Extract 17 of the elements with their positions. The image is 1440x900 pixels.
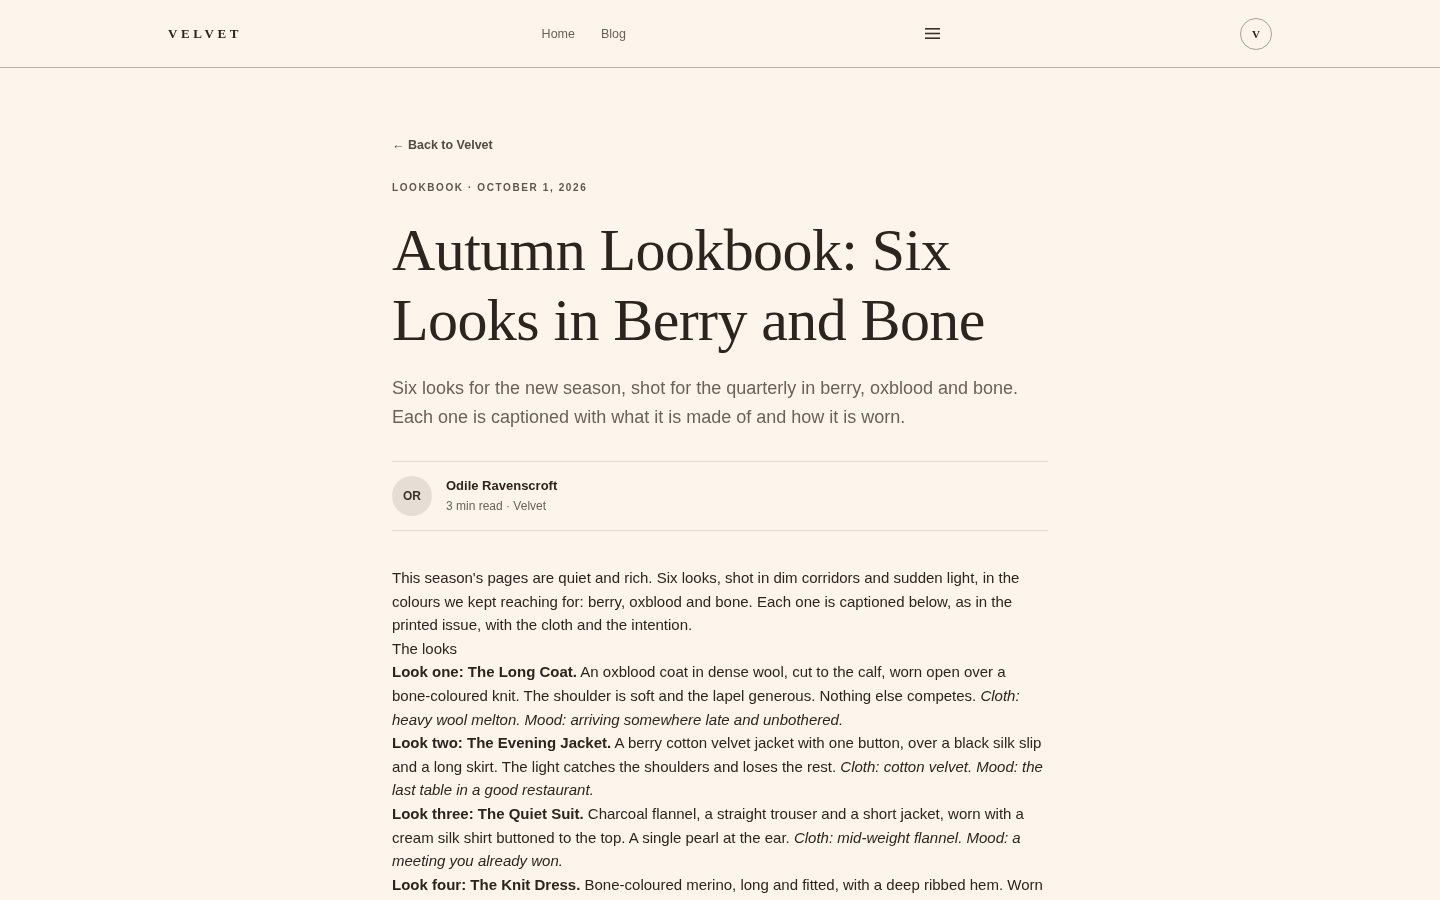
look-caption: Look two: The Evening Jacket. A berry cotton velvet jacket with one button, over a black silk slip and a long skirt. The light catches the shoulders and loses the rest. Cloth: cotton velvet. Mood: the last table in a good restaurant. (392, 733, 1044, 801)
back-link[interactable]: ← Back to Velvet (392, 136, 493, 154)
nav-link[interactable]: Blog (600, 26, 626, 41)
article-title: Autumn Lookbook: Six Looks in Berry and Bone (392, 216, 986, 355)
author-avatar: OR (392, 476, 432, 516)
look-caption: Look one: The Long Coat. An oxblood coat in dense wool, cut to the calf, worn open over a bone-coloured knit. The shoulder is soft and the lapel generous. Nothing else competes. Cloth: heavy wool melton. Mood: arriving somewhere late and unbothered. (392, 662, 1021, 730)
author-name: Odile Ravenscroft (446, 477, 558, 495)
look-caption: Look three: The Quiet Suit. Charcoal flannel, a straight trouser and a short jacket, worn with a cream silk shirt buttoned to the top. A single pearl at the ear. Cloth: mid-weight flannel. Mood: a meeting you already won. (392, 803, 1025, 872)
article-subtitle: Six looks for the new season, shot for the quarterly in berry, oxblood and bone. Each one is captioned with what it is made of and how it is worn. (392, 377, 1020, 429)
look-caption: Look four: The Knit Dress. Bone-coloured merino, long and fitted, with a deep ribbed hem. Worn (392, 874, 1044, 895)
article-meta: LOOKBOOK · OCTOBER 1, 2026 (392, 181, 588, 195)
body-paragraph: This season's pages are quiet and rich. Six looks, shot in dim corridors and sudden light, in the colours we kept reaching for: berry, oxblood and bone. Each one is captioned below, as in the printed issue, with the cloth and the intention. (392, 568, 1021, 636)
menu-icon[interactable] (925, 28, 941, 39)
reading-meta: 3 min read · Velvet (446, 498, 548, 515)
site-logo[interactable]: VELVET (168, 25, 243, 42)
section-heading: The looks (392, 638, 459, 659)
nav-link[interactable]: Home (541, 26, 575, 41)
